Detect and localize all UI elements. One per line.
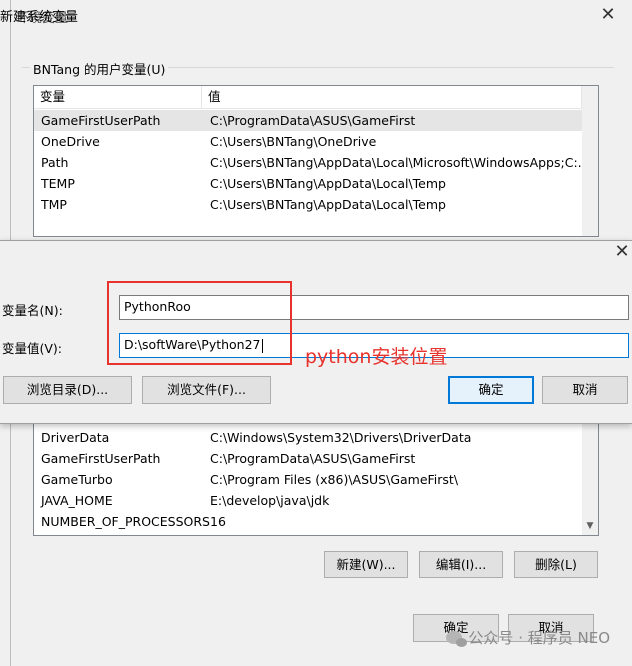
annotation-text: python安装位置 [305,346,448,368]
variable-value-label: 变量值(V): [2,341,63,356]
table-row[interactable]: OneDrive C:\Users\BNTang\OneDrive [34,131,582,152]
row-variable: NUMBER_OF_PROCESSORS [41,514,210,529]
scroll-down-icon[interactable]: ▼ [582,519,598,533]
table-row[interactable]: DriverData C:\Windows\System32\Drivers\D… [34,427,582,448]
row-value: E:\develop\java\jdk [210,493,330,508]
user-vars-group-label: BNTang 的用户变量(U) [30,59,169,78]
row-variable: GameFirstUserPath [41,451,161,466]
new-ok-button[interactable]: 确定 [448,376,534,404]
row-value: C:\ProgramData\ASUS\GameFirst [210,451,416,466]
row-value: C:\Users\BNTang\OneDrive [210,134,377,149]
browse-file-button[interactable]: 浏览文件(F)... [142,376,271,404]
table-row[interactable]: GameFirstUserPath C:\ProgramData\ASUS\Ga… [34,110,582,131]
annotation-highlight-box [107,281,292,365]
user-vars-list[interactable]: 变量 值 GameFirstUserPath C:\ProgramData\AS… [33,85,599,237]
new-dialog-close-icon[interactable]: ✕ [612,243,632,261]
row-variable: TEMP [41,176,75,191]
row-variable: JAVA_HOME [41,493,113,508]
edit-variable-button[interactable]: 编辑(I)... [419,551,503,578]
header-value[interactable]: 值 [202,86,582,108]
new-dialog-title: 新建系统变量 [0,10,79,25]
row-variable: DriverData [41,430,110,445]
table-row[interactable]: GameFirstUserPath C:\ProgramData\ASUS\Ga… [34,448,582,469]
row-value: C:\ProgramData\ASUS\GameFirst [210,113,416,128]
row-value: C:\Windows\System32\Drivers\DriverData [210,430,472,445]
browse-directory-button[interactable]: 浏览目录(D)... [3,376,132,404]
delete-variable-button[interactable]: 删除(L) [514,551,598,578]
table-row[interactable]: JAVA_HOME E:\develop\java\jdk [34,490,582,511]
table-row[interactable]: GameTurbo C:\Program Files (x86)\ASUS\Ga… [34,469,582,490]
watermark-text: 公众号 · 程序员 NEO [468,629,610,647]
table-row[interactable]: TEMP C:\Users\BNTang\AppData\Local\Temp [34,173,582,194]
env-dialog-close-icon[interactable]: ✕ [598,6,618,24]
row-variable: GameTurbo [41,472,113,487]
wechat-icon [446,631,468,647]
row-variable: OneDrive [41,134,100,149]
user-vars-header: 变量 值 [34,86,598,109]
watermark: 公众号 · 程序员 NEO [446,627,610,648]
row-variable: TMP [41,197,67,212]
row-value: C:\Users\BNTang\AppData\Local\Microsoft\… [210,155,590,170]
new-cancel-button[interactable]: 取消 [542,376,628,404]
header-variable[interactable]: 变量 [34,86,202,108]
row-value: C:\Users\BNTang\AppData\Local\Temp [210,176,446,191]
table-row[interactable]: NUMBER_OF_PROCESSORS 16 [34,511,582,532]
table-row[interactable]: Path C:\Users\BNTang\AppData\Local\Micro… [34,152,590,173]
variable-name-label: 变量名(N): [2,303,63,318]
row-value: C:\Program Files (x86)\ASUS\GameFirst\ [210,472,459,487]
table-row[interactable]: TMP C:\Users\BNTang\AppData\Local\Temp [34,194,582,215]
row-variable: GameFirstUserPath [41,113,161,128]
user-vars-scrollbar[interactable] [582,86,598,236]
row-value: C:\Users\BNTang\AppData\Local\Temp [210,197,446,212]
row-value: 16 [210,514,226,529]
row-variable: Path [41,155,69,170]
new-variable-button[interactable]: 新建(W)... [324,551,408,578]
